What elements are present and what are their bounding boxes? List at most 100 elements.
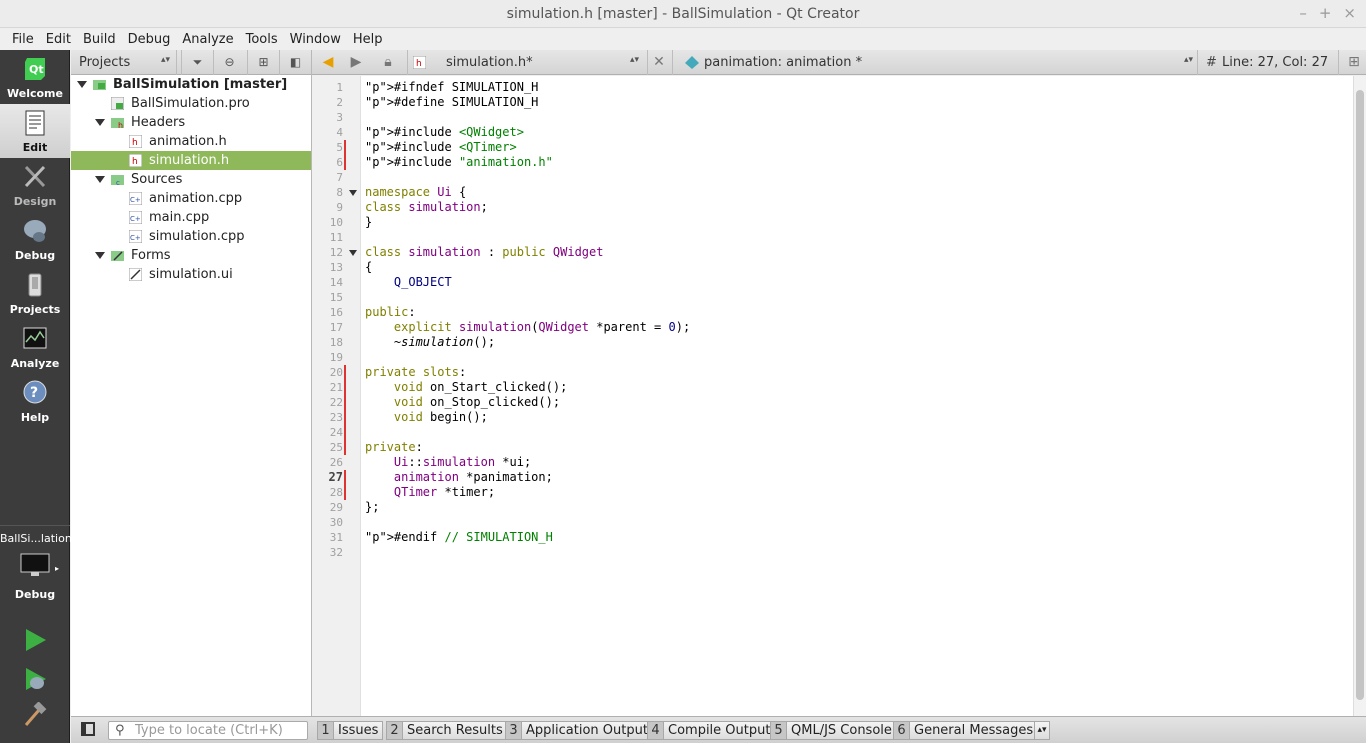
code-line[interactable]: ~simulation(); — [365, 335, 495, 350]
run-icon[interactable] — [22, 627, 48, 653]
mode-welcome[interactable]: Qt Welcome — [0, 50, 70, 104]
open-documents-combo[interactable]: simulation.h* — [446, 55, 533, 70]
menu-file[interactable]: File — [6, 32, 40, 47]
menu-build[interactable]: Build — [77, 32, 122, 47]
expand-arrow-icon[interactable] — [77, 81, 87, 88]
tab-general-messages[interactable]: 6 General Messages — [893, 721, 1039, 740]
forward-arrow-icon[interactable]: ▶ — [342, 50, 370, 75]
menu-debug[interactable]: Debug — [122, 32, 177, 47]
tree-item-sources[interactable]: c Sources — [71, 170, 311, 189]
kit-selector[interactable]: BallSi...lation ▸ Debug — [0, 525, 72, 605]
split-editor-icon[interactable]: ⊞ — [1340, 50, 1366, 75]
code-line[interactable]: { — [365, 260, 372, 275]
fold-arrow-icon[interactable] — [349, 190, 357, 196]
more-tabs-arrows-icon[interactable]: ▴▾ — [1034, 721, 1050, 740]
code-line[interactable]: "p">#include <QWidget> — [365, 125, 524, 140]
menu-tools[interactable]: Tools — [240, 32, 284, 47]
menu-window[interactable]: Window — [284, 32, 347, 47]
line-number: 25 — [329, 441, 343, 454]
mode-projects[interactable]: Projects — [0, 266, 70, 320]
close-document-icon[interactable]: ✕ — [647, 50, 671, 75]
line-number: 1 — [336, 81, 343, 94]
split-icon[interactable]: ⊞ — [247, 50, 279, 75]
close-sidebar-icon[interactable]: ◧ — [279, 50, 311, 75]
code-line[interactable]: }; — [365, 500, 379, 515]
code-line[interactable]: public: — [365, 305, 416, 320]
tree-item-forms[interactable]: Forms — [71, 246, 311, 265]
svg-text:h: h — [132, 157, 138, 167]
link-sync-icon[interactable]: ⊖ — [213, 50, 245, 75]
tab-qml-js-console[interactable]: 5 QML/JS Console — [770, 721, 897, 740]
kit-name: BallSi...lation — [0, 532, 72, 545]
code-editor[interactable]: "p">#ifndef SIMULATION_H "p">#define SIMU… — [361, 76, 1353, 716]
projects-wrench-icon — [28, 273, 42, 297]
debug-run-icon[interactable] — [22, 666, 48, 692]
tree-item-pro-file[interactable]: BallSimulation.pro — [71, 94, 311, 113]
code-line[interactable]: Ui::simulation *ui; — [365, 455, 531, 470]
line-column-indicator[interactable]: Line: 27, Col: 27 — [1222, 55, 1328, 70]
tree-item-main-cpp[interactable]: C+ main.cpp — [71, 208, 311, 227]
code-line[interactable]: class simulation : public QWidget — [365, 245, 603, 260]
menu-edit[interactable]: Edit — [40, 32, 77, 47]
menu-help[interactable]: Help — [347, 32, 389, 47]
code-line[interactable]: "p">#endif // SIMULATION_H — [365, 530, 553, 545]
tab-application-output[interactable]: 3 Application Output — [505, 721, 653, 740]
code-line[interactable]: QTimer *timer; — [365, 485, 495, 500]
build-hammer-icon[interactable] — [22, 702, 48, 728]
tab-compile-output[interactable]: 4 Compile Output — [647, 721, 776, 740]
code-line[interactable]: void begin(); — [365, 410, 488, 425]
locator-input[interactable]: ⚲ Type to locate (Ctrl+K) — [108, 721, 308, 740]
minimize-button[interactable]: – — [1299, 4, 1307, 22]
expand-arrow-icon[interactable] — [95, 176, 105, 183]
code-line[interactable]: void on_Start_clicked(); — [365, 380, 567, 395]
code-line[interactable]: explicit simulation(QWidget *parent = 0)… — [365, 320, 690, 335]
code-line[interactable]: namespace Ui { — [365, 185, 466, 200]
tree-item-simulation-h[interactable]: h simulation.h — [71, 151, 311, 170]
code-line[interactable]: "p">#include "animation.h" — [365, 155, 553, 170]
mode-edit[interactable]: Edit — [0, 104, 70, 158]
line-number: 2 — [336, 96, 343, 109]
project-view-combo[interactable]: Projects ▴▾ — [71, 50, 177, 75]
change-marker — [344, 380, 346, 395]
code-line[interactable]: private slots: — [365, 365, 466, 380]
tab-search-results[interactable]: 2 Search Results — [386, 721, 508, 740]
tree-item-animation-cpp[interactable]: C+ animation.cpp — [71, 189, 311, 208]
expand-arrow-icon[interactable] — [95, 119, 105, 126]
code-line[interactable]: animation *panimation; — [365, 470, 553, 485]
mode-debug[interactable]: Debug — [0, 212, 70, 266]
tree-item-animation-h[interactable]: h animation.h — [71, 132, 311, 151]
code-line[interactable]: void on_Stop_clicked(); — [365, 395, 560, 410]
fold-arrow-icon[interactable] — [349, 250, 357, 256]
pro-file-icon — [111, 97, 124, 110]
editor-scrollbar[interactable] — [1353, 76, 1366, 716]
code-line[interactable]: class simulation; — [365, 200, 488, 215]
expand-arrow-icon[interactable] — [95, 252, 105, 259]
tree-item-simulation-ui[interactable]: simulation.ui — [71, 265, 311, 284]
maximize-button[interactable]: + — [1319, 4, 1332, 22]
tree-item-simulation-cpp[interactable]: C+ simulation.cpp — [71, 227, 311, 246]
filter-icon[interactable]: ⏷ — [181, 50, 213, 75]
scrollbar-thumb[interactable] — [1356, 90, 1364, 700]
mode-help[interactable]: ? Help — [0, 374, 70, 428]
code-line[interactable]: } — [365, 215, 372, 230]
change-marker — [344, 410, 346, 425]
mode-design[interactable]: Design — [0, 158, 70, 212]
toggle-sidebar-icon[interactable] — [81, 722, 95, 736]
tree-item-project[interactable]: BallSimulation [master] — [71, 75, 311, 94]
code-line[interactable]: "p">#include <QTimer> — [365, 140, 517, 155]
code-line[interactable]: "p">#define SIMULATION_H — [365, 95, 538, 110]
code-line[interactable]: private: — [365, 440, 423, 455]
line-number: 22 — [329, 396, 343, 409]
code-line[interactable]: "p">#ifndef SIMULATION_H — [365, 80, 538, 95]
menu-analyze[interactable]: Analyze — [176, 32, 239, 47]
tab-issues[interactable]: 1 Issues — [317, 721, 384, 740]
symbol-combo[interactable]: panimation: animation * — [704, 55, 862, 70]
code-line[interactable]: Q_OBJECT — [365, 275, 452, 290]
project-icon — [93, 80, 106, 90]
mode-analyze[interactable]: Analyze — [0, 320, 70, 374]
tree-item-headers[interactable]: h Headers — [71, 113, 311, 132]
lock-icon[interactable]: 🔒︎ — [374, 50, 402, 75]
change-marker — [344, 425, 346, 440]
close-window-button[interactable]: × — [1343, 4, 1356, 22]
back-arrow-icon[interactable]: ◀ — [314, 50, 342, 75]
